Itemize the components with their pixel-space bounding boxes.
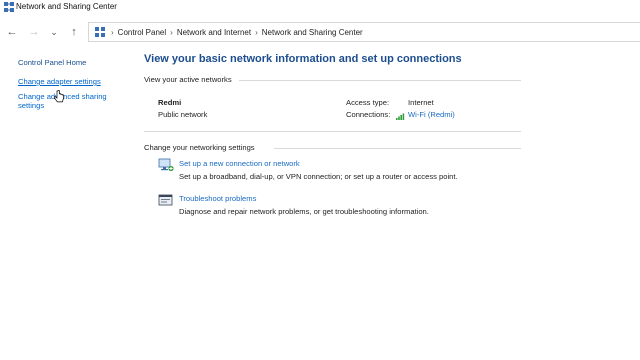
network-sharing-center-window: Network and Sharing Center ← → ⌄ ↑ › Con… [0, 0, 640, 360]
wifi-signal-icon [396, 113, 405, 120]
access-type-label: Access type: [346, 98, 390, 107]
forward-arrow-icon: → [28, 26, 40, 38]
breadcrumb-separator-icon[interactable]: › [170, 28, 173, 37]
wifi-connection-link[interactable]: Wi-Fi (Redmi) [408, 110, 455, 119]
troubleshoot-icon [158, 194, 173, 206]
divider [144, 131, 521, 132]
back-button[interactable]: ← [4, 24, 20, 40]
new-connection-icon [158, 158, 174, 172]
change-adapter-settings-link[interactable]: Change adapter settings [18, 77, 128, 86]
setup-connection-description: Set up a broadband, dial-up, or VPN conn… [179, 172, 458, 181]
breadcrumb-separator-icon: › [111, 27, 114, 37]
breadcrumb-control-panel[interactable]: Control Panel [118, 28, 166, 37]
title-bar: Network and Sharing Center [0, 0, 640, 16]
networking-settings-heading: Change your networking settings [144, 143, 255, 152]
divider [239, 80, 521, 81]
setup-connection-link[interactable]: Set up a new connection or network [179, 159, 300, 168]
network-profile-type: Public network [158, 110, 208, 119]
back-arrow-icon: ← [6, 26, 18, 38]
divider [274, 148, 521, 149]
troubleshoot-problems-link[interactable]: Troubleshoot problems [179, 194, 256, 203]
breadcrumb-network-and-sharing-center[interactable]: Network and Sharing Center [262, 28, 363, 37]
hand-cursor-icon [54, 90, 64, 103]
breadcrumb-separator-icon[interactable]: › [255, 28, 258, 37]
access-type-value: Internet [408, 98, 434, 107]
troubleshoot-problems-description: Diagnose and repair network problems, or… [179, 207, 429, 216]
chevron-down-icon: ⌄ [50, 26, 58, 37]
connections-label: Connections: [346, 110, 391, 119]
breadcrumb-network-and-internet[interactable]: Network and Internet [177, 28, 251, 37]
network-name: Redmi [158, 98, 182, 107]
active-networks-heading: View your active networks [144, 75, 232, 84]
change-advanced-sharing-settings-link[interactable]: Change advanced sharing settings [18, 92, 114, 110]
recent-locations-button[interactable]: ⌄ [46, 24, 62, 40]
address-bar[interactable]: › Control Panel › Network and Internet ›… [88, 22, 640, 42]
forward-button[interactable]: → [26, 24, 42, 40]
navigation-bar: ← → ⌄ ↑ › Control Panel › Network and In… [0, 20, 640, 44]
page-title: View your basic network information and … [144, 53, 462, 65]
network-center-icon [95, 27, 105, 37]
up-button[interactable]: ↑ [66, 24, 82, 40]
window-title: Network and Sharing Center [16, 2, 117, 11]
network-center-icon [4, 2, 14, 12]
up-arrow-icon: ↑ [71, 26, 77, 38]
left-task-pane: Control Panel Home Change adapter settin… [18, 58, 128, 120]
control-panel-home-link[interactable]: Control Panel Home [18, 58, 128, 67]
